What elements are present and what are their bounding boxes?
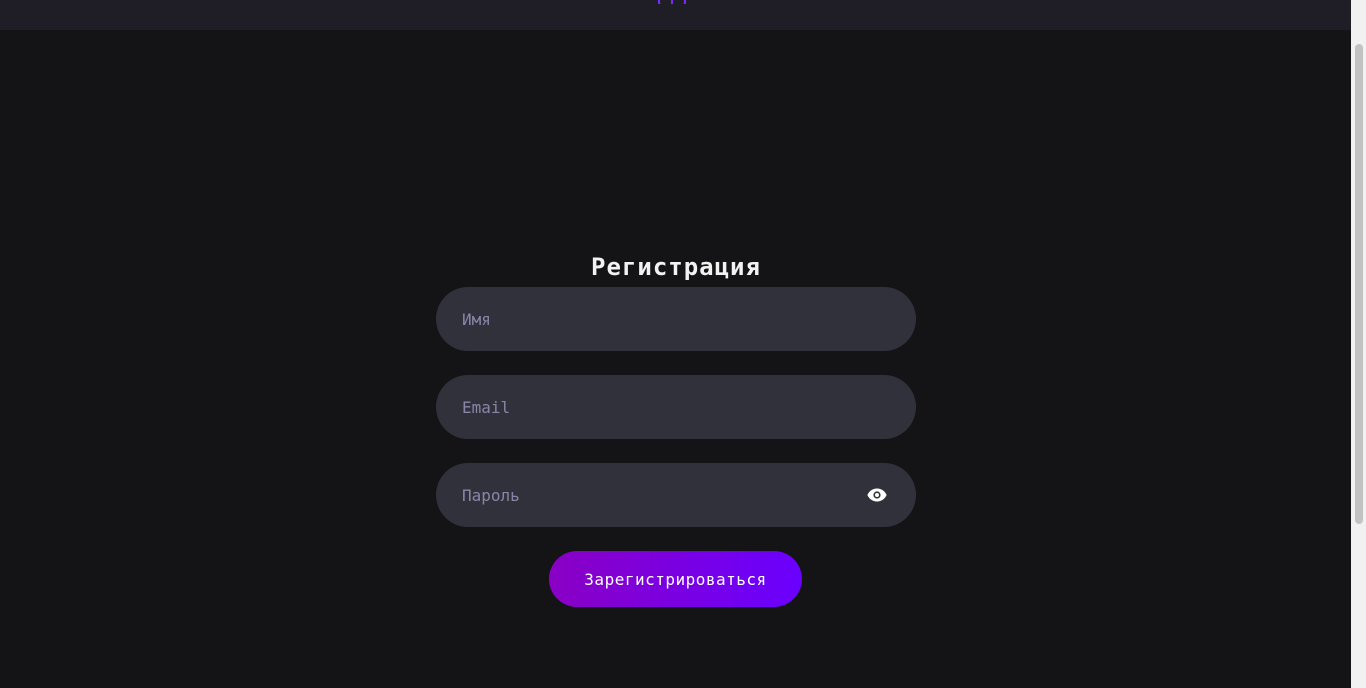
email-input[interactable] <box>462 375 890 439</box>
password-field-wrapper <box>436 463 916 527</box>
eye-icon[interactable] <box>866 484 888 506</box>
name-field-wrapper <box>436 287 916 351</box>
page: Регистрация Зарегистрироваться <box>0 0 1366 688</box>
page-title: Регистрация <box>591 253 761 282</box>
email-field-wrapper <box>436 375 916 439</box>
name-input[interactable] <box>462 287 890 351</box>
register-button[interactable]: Зарегистрироваться <box>549 551 802 607</box>
globe-logo-icon[interactable] <box>657 0 687 4</box>
top-navbar <box>0 0 1351 30</box>
password-input[interactable] <box>462 463 866 527</box>
scrollbar-thumb[interactable] <box>1355 44 1363 524</box>
